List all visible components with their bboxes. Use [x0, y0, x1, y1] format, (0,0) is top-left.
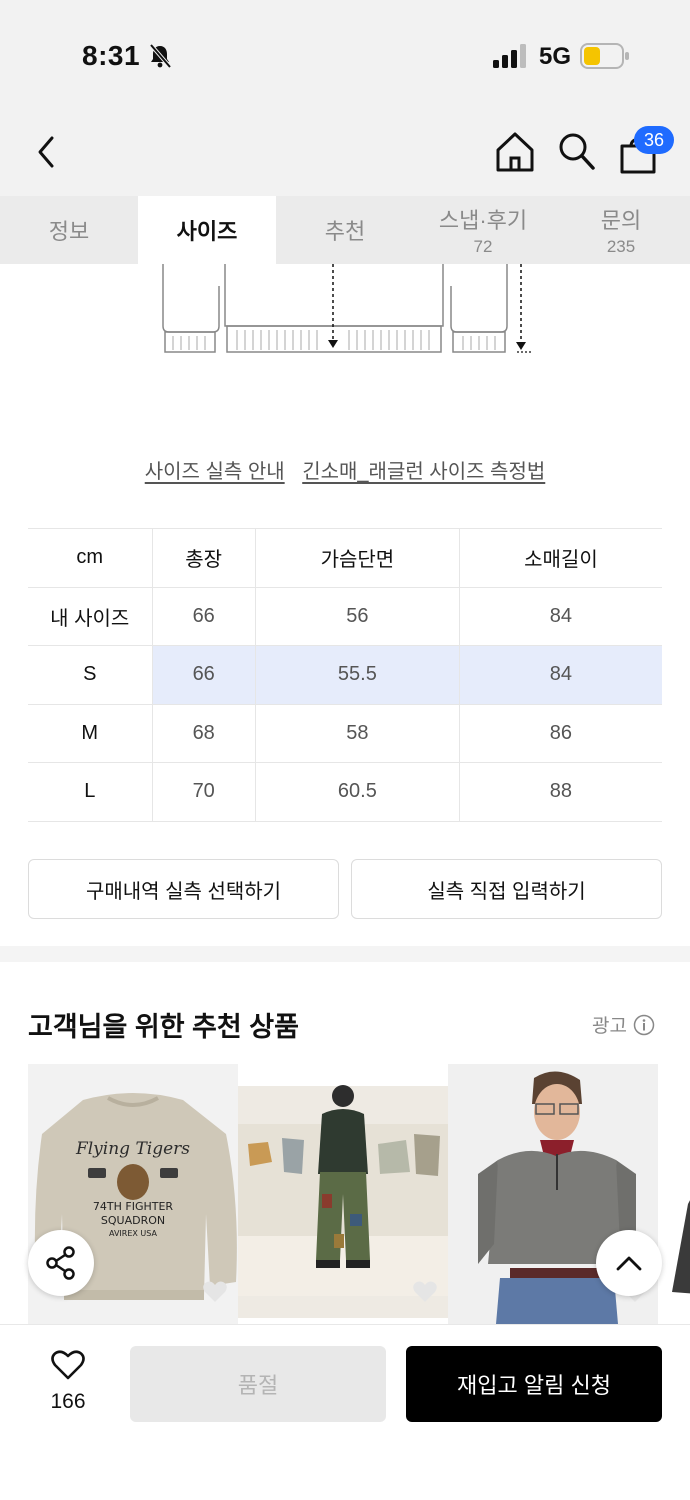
- status-time: 8:31: [82, 40, 141, 71]
- select-purchase-history-button[interactable]: 구매내역 실측 선택하기: [28, 859, 339, 919]
- product-tabs: 정보 사이즈 추천 스냅·후기 72 문의 235: [0, 196, 690, 264]
- measure-actions: 구매내역 실측 선택하기 실측 직접 입력하기: [28, 859, 662, 919]
- network-type: 5G: [539, 43, 572, 70]
- heart-icon[interactable]: [412, 1280, 438, 1304]
- tab-label: 스냅·후기: [438, 208, 528, 233]
- like-count: 166: [50, 1390, 86, 1413]
- table-cell: 86: [458, 703, 662, 763]
- table-row-my-size: 내 사이즈 66 56 84: [28, 586, 662, 646]
- heart-icon[interactable]: [202, 1280, 228, 1304]
- size-guide-links: 사이즈 실측 안내 긴소매_래글런 사이즈 측정법: [0, 455, 690, 484]
- chevron-up-icon: [616, 1256, 642, 1271]
- top-header: 36: [0, 110, 690, 196]
- table-cell: 내 사이즈: [28, 586, 152, 646]
- tab-label: 문의: [600, 208, 642, 233]
- battery-icon: [580, 43, 629, 69]
- tab-info[interactable]: 정보: [0, 196, 138, 264]
- product-card[interactable]: [238, 1064, 448, 1324]
- svg-text:74TH FIGHTER: 74TH FIGHTER: [93, 1200, 174, 1213]
- info-icon: [633, 1014, 655, 1035]
- table-row-s[interactable]: S 66 55.5 84: [28, 645, 662, 705]
- product-card[interactable]: [658, 1064, 690, 1324]
- size-measurement-diagram: [162, 264, 533, 353]
- section-divider: [0, 946, 690, 962]
- size-table: cm 총장 가슴단면 소매길이 내 사이즈 66 56 84 S 66 55.5…: [28, 528, 662, 822]
- home-icon[interactable]: [494, 130, 536, 174]
- table-row-l[interactable]: L 70 60.5 88: [28, 762, 662, 822]
- soldout-button: 품절: [130, 1346, 386, 1422]
- table-header-cell: 가슴단면: [254, 528, 460, 588]
- table-row-m[interactable]: M 68 58 86: [28, 703, 662, 763]
- share-button[interactable]: [28, 1230, 94, 1296]
- tab-label: 정보: [48, 219, 90, 244]
- svg-text:AVIREX USA: AVIREX USA: [109, 1229, 158, 1238]
- tab-count: 235: [606, 237, 636, 256]
- status-bar: 8:31 5G: [0, 0, 690, 110]
- table-cell: 66: [151, 586, 256, 646]
- table-cell: 55.5: [254, 645, 460, 705]
- table-cell: S: [28, 645, 152, 705]
- svg-text:SQUADRON: SQUADRON: [101, 1214, 165, 1227]
- table-header-cell: 총장: [151, 528, 256, 588]
- manual-input-button[interactable]: 실측 직접 입력하기: [351, 859, 662, 919]
- tab-label: 추천: [324, 219, 366, 244]
- tab-size[interactable]: 사이즈: [138, 196, 276, 264]
- signal-icon: [493, 44, 526, 68]
- table-header-cell: cm: [28, 528, 152, 588]
- restock-alert-button[interactable]: 재입고 알림 신청: [406, 1346, 662, 1422]
- table-cell: 70: [151, 762, 256, 822]
- tab-snap-review[interactable]: 스냅·후기 72: [414, 196, 552, 264]
- like-button[interactable]: 166: [40, 1349, 96, 1414]
- recommend-title: 고객님을 위한 추천 상품: [28, 1012, 299, 1042]
- size-guide-link[interactable]: 사이즈 실측 안내: [145, 461, 285, 483]
- table-cell: 56: [254, 586, 460, 646]
- ad-label[interactable]: 광고: [592, 1011, 655, 1038]
- tab-recommend[interactable]: 추천: [276, 196, 414, 264]
- table-cell: 84: [458, 586, 662, 646]
- tab-label: 사이즈: [176, 219, 238, 244]
- table-header-row: cm 총장 가슴단면 소매길이: [28, 528, 662, 588]
- table-cell: 68: [151, 703, 256, 763]
- table-cell: M: [28, 703, 152, 763]
- bottom-action-bar: 166 품절 재입고 알림 신청: [0, 1324, 690, 1500]
- tab-inquiry[interactable]: 문의 235: [552, 196, 690, 264]
- scroll-top-button[interactable]: [596, 1230, 662, 1296]
- table-cell: L: [28, 762, 152, 822]
- bell-off-icon: [149, 43, 172, 69]
- share-icon: [46, 1246, 75, 1280]
- table-header-cell: 소매길이: [458, 528, 662, 588]
- table-cell: 60.5: [254, 762, 460, 822]
- measure-method-link[interactable]: 긴소매_래글런 사이즈 측정법: [302, 461, 545, 483]
- tab-count: 72: [473, 237, 493, 256]
- back-arrow-icon[interactable]: [30, 132, 66, 172]
- table-cell: 88: [458, 762, 662, 822]
- svg-text:Flying Tigers: Flying Tigers: [75, 1139, 190, 1159]
- cart-count-badge: 36: [634, 126, 674, 154]
- heart-outline-icon: [51, 1350, 85, 1380]
- table-cell: 84: [458, 645, 662, 705]
- table-cell: 58: [254, 703, 460, 763]
- table-cell: 66: [151, 645, 256, 705]
- product-image: [672, 1200, 690, 1294]
- ad-label-text: 광고: [592, 1016, 627, 1037]
- search-icon[interactable]: [556, 130, 596, 172]
